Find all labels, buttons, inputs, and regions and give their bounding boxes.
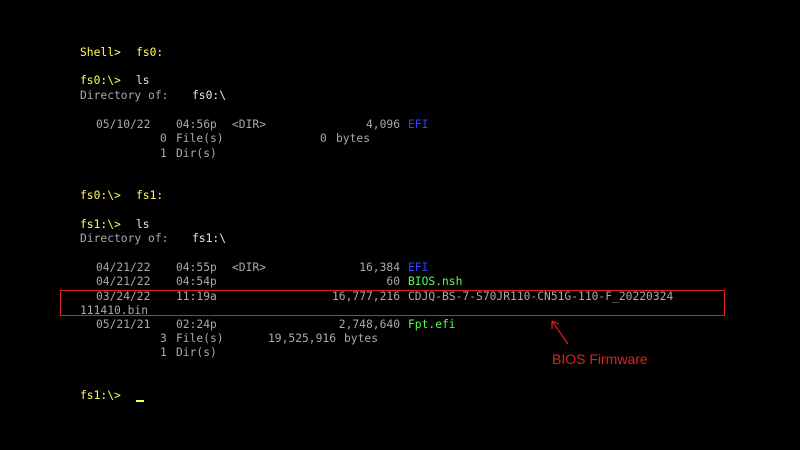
entry-date: 05/21/21: [96, 318, 151, 331]
entry-size: 16,384: [359, 261, 400, 274]
command-text: fs1:: [136, 189, 164, 202]
entry-size: 60: [386, 275, 400, 288]
directory-label: Directory of:: [80, 232, 169, 245]
shell-line-fs1: fs0:\> fs1:: [80, 189, 163, 203]
shell-line-current[interactable]: fs1:\>: [80, 389, 144, 403]
entry-time: 04:56p: [176, 118, 217, 131]
directory-header-fs0: Directory of: fs0:\: [80, 89, 226, 103]
files-bytes: 19,525,916: [267, 332, 336, 345]
dirs-label: Dir(s): [176, 147, 217, 160]
shell-prompt: fs0:\>: [80, 74, 121, 87]
directory-label: Directory of:: [80, 89, 169, 102]
dirs-count: 1: [160, 346, 167, 359]
summary-files-fs1: 3 File(s) 19,525,916 bytes: [80, 332, 378, 346]
command-text: ls: [136, 218, 150, 231]
files-count: 0: [160, 132, 167, 145]
entry-name: EFI: [408, 118, 429, 131]
dir-entry: 04/21/22 04:54p 60 BIOS.nsh: [80, 275, 462, 289]
entry-time: 02:24p: [176, 318, 217, 331]
summary-dirs-fs0: 1 Dir(s): [80, 147, 217, 161]
entry-date: 05/10/22: [96, 118, 151, 131]
efi-shell-screen: Shell> fs0: fs0:\> ls Directory of: fs0:…: [0, 0, 800, 450]
dir-entry: 05/21/21 02:24p 2,748,640 Fpt.efi: [80, 318, 456, 332]
entry-date: 04/21/22: [96, 261, 151, 274]
shell-line-ls-fs1: fs1:\> ls: [80, 218, 150, 232]
command-text: ls: [136, 74, 150, 87]
firmware-highlight-box: [60, 290, 725, 316]
summary-dirs-fs1: 1 Dir(s): [80, 346, 217, 360]
bytes-label: bytes: [344, 332, 379, 345]
dirs-count: 1: [160, 147, 167, 160]
entry-time: 04:55p: [176, 261, 217, 274]
shell-prompt: fs1:\>: [80, 389, 121, 402]
bytes-label: bytes: [336, 132, 371, 145]
entry-size: 4,096: [365, 118, 400, 131]
entry-size: 2,748,640: [338, 318, 400, 331]
entry-type: <DIR>: [232, 261, 267, 274]
shell-prompt: Shell>: [80, 46, 121, 59]
dirs-label: Dir(s): [176, 346, 217, 359]
shell-line-ls-fs0: fs0:\> ls: [80, 74, 150, 88]
files-label: File(s): [176, 332, 224, 345]
shell-prompt: fs0:\>: [80, 189, 121, 202]
directory-path: fs0:\: [192, 89, 227, 102]
entry-date: 04/21/22: [96, 275, 151, 288]
shell-line-fs0: Shell> fs0:: [80, 46, 163, 60]
entry-name: EFI: [408, 261, 429, 274]
bios-firmware-label: BIOS Firmware: [552, 351, 648, 367]
dir-entry: 04/21/22 04:55p <DIR> 16,384 EFI: [80, 261, 428, 275]
entry-type: <DIR>: [232, 118, 267, 131]
summary-files-fs0: 0 File(s) 0 bytes: [80, 132, 370, 146]
directory-header-fs1: Directory of: fs1:\: [80, 232, 226, 246]
shell-prompt: fs1:\>: [80, 218, 121, 231]
directory-path: fs1:\: [192, 232, 227, 245]
entry-name: Fpt.efi: [408, 318, 456, 331]
command-text: fs0:: [136, 46, 164, 59]
files-count: 3: [160, 332, 167, 345]
text-cursor: [136, 400, 144, 402]
entry-time: 04:54p: [176, 275, 217, 288]
files-label: File(s): [176, 132, 224, 145]
files-bytes: 0: [320, 132, 327, 145]
entry-name: BIOS.nsh: [408, 275, 463, 288]
dir-entry: 05/10/22 04:56p <DIR> 4,096 EFI: [80, 118, 428, 132]
